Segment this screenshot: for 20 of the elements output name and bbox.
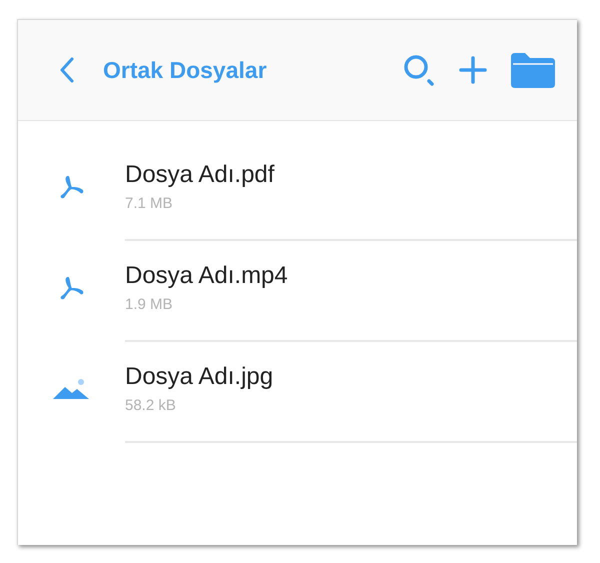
acrobat-icon xyxy=(58,274,84,300)
file-row[interactable]: Dosya Adı.jpg 58.2 kB xyxy=(18,342,577,443)
search-icon xyxy=(403,54,435,86)
back-icon xyxy=(60,57,74,83)
file-name: Dosya Adı.jpg xyxy=(125,362,274,392)
search-button[interactable] xyxy=(403,54,435,86)
landscape-icon xyxy=(52,376,90,400)
add-button[interactable] xyxy=(459,56,487,84)
file-name: Dosya Adı.pdf xyxy=(125,160,276,190)
file-row[interactable]: Dosya Adı.mp4 1.9 MB xyxy=(18,241,577,342)
file-size: 58.2 kB xyxy=(125,396,177,416)
header-title: Ortak Dosyalar xyxy=(103,56,267,85)
file-name: Dosya Adı.mp4 xyxy=(125,260,289,290)
file-size: 1.9 MB xyxy=(125,294,174,314)
file-row[interactable]: Dosya Adı.pdf 7.1 MB xyxy=(18,140,577,241)
folder-icon xyxy=(511,52,555,88)
acrobat-icon xyxy=(58,174,84,200)
file-size: 7.1 MB xyxy=(125,194,174,214)
folder-button[interactable] xyxy=(511,52,555,88)
plus-icon xyxy=(459,56,487,84)
